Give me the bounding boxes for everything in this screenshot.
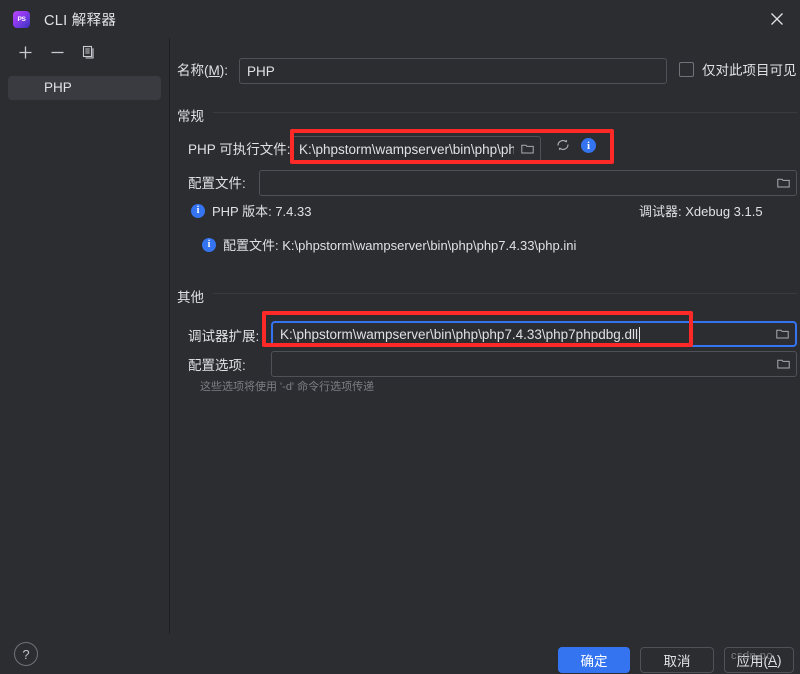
php-executable-label: PHP 可执行文件: [188,142,291,157]
refresh-icon[interactable] [555,137,571,153]
info-icon: i [202,237,216,252]
debugger-info: 调试器: Xdebug 3.1.5 [639,204,763,219]
debugger-info-row: 调试器: Xdebug 3.1.5 [639,201,763,220]
list-item-label: PHP [44,80,72,95]
cli-interpreters-dialog: CLI 解释器 [0,0,800,674]
info-icon: i [581,138,596,153]
name-input[interactable]: PHP [239,58,667,84]
php-executable-info-icon[interactable]: i [581,138,596,153]
close-icon[interactable] [754,0,800,38]
add-interpreter-button[interactable] [12,42,38,68]
interpreter-settings-panel: 名称(M): PHP 仅对此项目可见 常规 PHP 可执行文件: K:\phps… [171,38,800,634]
apply-button[interactable]: 应用(A) [724,647,794,673]
folder-icon[interactable] [770,171,796,195]
plus-icon [18,45,33,65]
visible-only-project-checkbox[interactable]: 仅对此项目可见 [679,59,797,79]
copy-interpreter-button[interactable] [76,42,102,68]
folder-icon[interactable] [514,137,540,161]
config-file-label: 配置文件: [188,176,246,191]
folder-icon[interactable] [769,322,795,346]
php-version-info-row: i PHP 版本: 7.4.33 [191,201,311,220]
debugger-extension-value: K:\phpstorm\wampserver\bin\php\php7.4.33… [280,326,640,342]
config-options-row: 配置选项: [188,354,246,374]
checkbox-box [679,61,694,77]
php-version-info: PHP 版本: 7.4.33 [212,204,312,219]
debugger-extension-label: 调试器扩展: [188,329,260,344]
remove-interpreter-button[interactable] [44,42,70,68]
php-executable-value: K:\phpstorm\wampserver\bin\php\php7.4.33… [299,141,514,157]
visible-only-project-label: 仅对此项目可见 [702,63,797,78]
cancel-button[interactable]: 取消 [640,647,714,673]
debugger-extension-input[interactable]: K:\phpstorm\wampserver\bin\php\php7.4.33… [271,321,797,347]
name-input-value: PHP [247,63,275,79]
config-file-input[interactable] [259,170,797,196]
dialog-title: CLI 解释器 [44,12,117,29]
debugger-extension-row: 调试器扩展: [188,325,259,345]
folder-icon[interactable] [770,352,796,376]
config-file-info: 配置文件: K:\phpstorm\wampserver\bin\php\php… [223,238,577,253]
sidebar-toolbar [0,38,169,72]
copy-icon [82,45,97,65]
general-section-rule [213,112,797,113]
phpstorm-logo-icon [13,10,30,28]
config-options-hint: 这些选项将使用 '-d' 命令行选项传递 [200,381,375,393]
info-icon: i [191,203,205,218]
php-executable-row: PHP 可执行文件: [188,138,291,158]
help-button[interactable]: ? [14,642,38,666]
config-file-row: 配置文件: [188,172,246,192]
interpreters-list: PHP [0,72,169,100]
ok-button[interactable]: 确定 [558,647,630,673]
title-bar: CLI 解释器 [0,0,800,38]
text-caret [639,326,640,342]
other-section-rule [213,293,797,294]
config-options-label: 配置选项: [188,358,246,373]
name-label: 名称(M): [177,63,228,78]
config-options-input[interactable] [271,351,797,377]
other-section-title: 其他 [177,290,204,305]
minus-icon [50,45,65,65]
sidebar-item-php[interactable]: PHP [8,76,161,100]
interpreters-sidebar: PHP [0,38,170,634]
name-row: 名称(M): [177,59,228,79]
php-executable-input[interactable]: K:\phpstorm\wampserver\bin\php\php7.4.33… [291,136,541,162]
config-file-info-row: i 配置文件: K:\phpstorm\wampserver\bin\php\p… [202,235,576,254]
general-section-title: 常规 [177,109,204,124]
